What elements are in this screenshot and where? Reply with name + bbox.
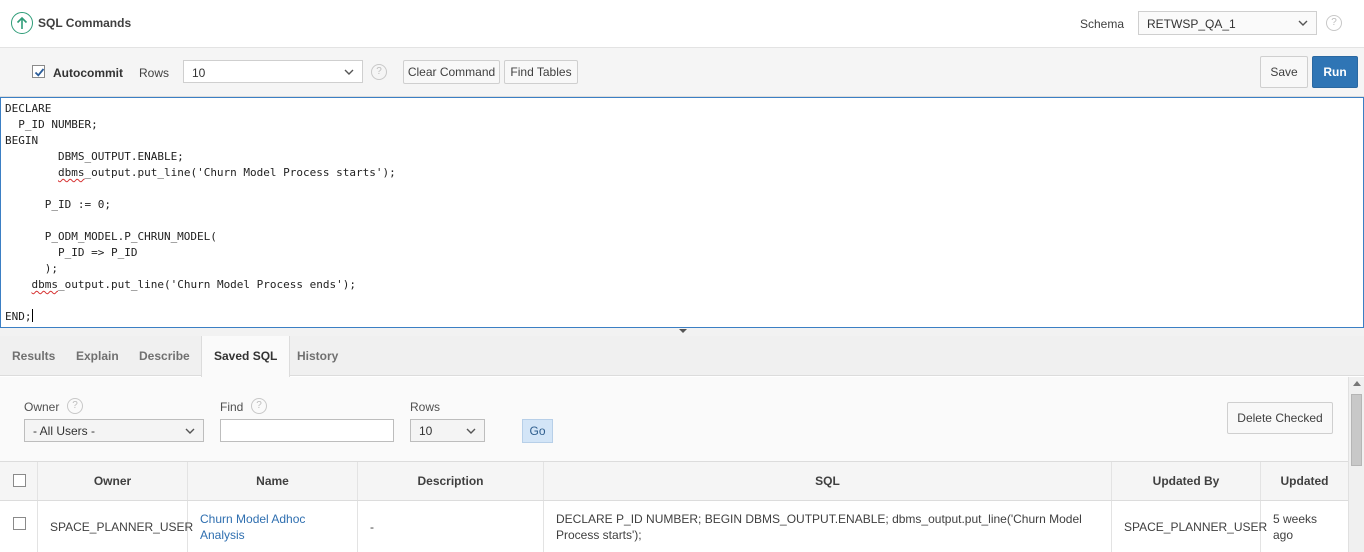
column-header-updated[interactable]: Updated bbox=[1261, 462, 1348, 500]
column-header-description[interactable]: Description bbox=[358, 462, 544, 500]
code-text: END; bbox=[5, 310, 32, 323]
select-all-cell bbox=[0, 462, 38, 500]
scrollbar-thumb[interactable] bbox=[1351, 394, 1362, 466]
code-line: ); bbox=[5, 262, 58, 275]
result-tabs: Results Explain Describe Saved SQL Histo… bbox=[0, 336, 1364, 377]
spellcheck-word: dbms bbox=[57, 166, 85, 179]
command-toolbar: Autocommit Rows 10 ? Clear Command Find … bbox=[0, 48, 1364, 97]
go-button[interactable]: Go bbox=[522, 419, 553, 443]
owner-value: - All Users - bbox=[33, 424, 96, 438]
column-header-name[interactable]: Name bbox=[188, 462, 358, 500]
owner-cell: SPACE_PLANNER_USER bbox=[38, 501, 194, 552]
chevron-down-icon bbox=[466, 428, 476, 434]
owner-value: SPACE_PLANNER_USER bbox=[50, 519, 194, 534]
description-cell: - bbox=[358, 501, 544, 552]
tab-describe[interactable]: Describe bbox=[139, 336, 190, 376]
column-header-updated-by[interactable]: Updated By bbox=[1112, 462, 1261, 500]
code-line: P_ODM_MODEL.P_CHRUN_MODEL( bbox=[5, 230, 217, 243]
owner-label: Owner bbox=[24, 400, 60, 414]
updated-by-cell: SPACE_PLANNER_USER bbox=[1112, 501, 1268, 552]
sql-code: DECLARE P_ID NUMBER; BEGIN DBMS_OUTPUT.E… bbox=[5, 101, 396, 325]
find-help-icon[interactable]: ? bbox=[251, 398, 267, 414]
save-button[interactable]: Save bbox=[1260, 56, 1308, 88]
code-line: DBMS_OUTPUT.ENABLE; bbox=[5, 150, 184, 163]
rows-select[interactable]: 10 bbox=[183, 60, 363, 83]
row-select-cell bbox=[0, 501, 38, 552]
rows-label: Rows bbox=[139, 66, 170, 80]
sql-editor[interactable]: DECLARE P_ID NUMBER; BEGIN DBMS_OUTPUT.E… bbox=[0, 97, 1364, 328]
column-header-sql[interactable]: SQL bbox=[544, 462, 1112, 500]
rows-filter-label: Rows bbox=[410, 400, 441, 414]
saved-sql-panel: Owner ? - All Users - Find ? Rows 10 Go … bbox=[0, 377, 1348, 552]
code-line: BEGIN bbox=[5, 134, 39, 147]
name-cell: Churn Model Adhoc Analysis bbox=[188, 501, 358, 552]
description-value: - bbox=[370, 519, 374, 534]
delete-checked-button[interactable]: Delete Checked bbox=[1227, 402, 1333, 434]
updated-by-value: SPACE_PLANNER_USER bbox=[1124, 519, 1268, 534]
editor-splitter[interactable] bbox=[0, 328, 1364, 336]
rows-value: 10 bbox=[192, 66, 206, 80]
code-line: dbms_output.put_line('Churn Model Proces… bbox=[57, 166, 396, 179]
chevron-down-icon bbox=[185, 428, 195, 434]
code-line-last: END; bbox=[5, 309, 396, 325]
collapse-arrow-icon[interactable] bbox=[679, 329, 687, 333]
code-line: P_ID := 0; bbox=[5, 198, 111, 211]
row-checkbox[interactable] bbox=[13, 517, 26, 530]
chevron-down-icon bbox=[344, 69, 354, 75]
table-row: SPACE_PLANNER_USER Churn Model Adhoc Ana… bbox=[0, 501, 1348, 552]
column-header-owner[interactable]: Owner bbox=[38, 462, 188, 500]
clear-command-button[interactable]: Clear Command bbox=[403, 60, 500, 84]
autocommit-checkbox[interactable] bbox=[32, 65, 45, 78]
schema-label: Schema bbox=[1080, 17, 1125, 31]
updated-value: 5 weeks ago bbox=[1273, 511, 1318, 542]
owner-select[interactable]: - All Users - bbox=[24, 419, 204, 442]
spellcheck-word: dbms bbox=[31, 278, 59, 291]
schema-value: RETWSP_QA_1 bbox=[1147, 17, 1236, 31]
sql-value: DECLARE P_ID NUMBER; BEGIN DBMS_OUTPUT.E… bbox=[556, 511, 1082, 542]
schema-help-icon[interactable]: ? bbox=[1326, 15, 1342, 31]
table-header: Owner Name Description SQL Updated By Up… bbox=[0, 461, 1348, 501]
chevron-down-icon bbox=[1298, 20, 1308, 26]
autocommit-label: Autocommit bbox=[53, 66, 123, 80]
saved-sql-name-link[interactable]: Churn Model Adhoc Analysis bbox=[200, 511, 347, 543]
run-button[interactable]: Run bbox=[1312, 56, 1358, 88]
tab-history[interactable]: History bbox=[297, 336, 338, 376]
find-input[interactable] bbox=[220, 419, 394, 442]
app-header: SQL Commands Schema RETWSP_QA_1 ? bbox=[0, 0, 1364, 48]
code-line: dbms_output.put_line('Churn Model Proces… bbox=[31, 278, 357, 291]
updated-cell: 5 weeks ago bbox=[1261, 501, 1348, 552]
sql-cell: DECLARE P_ID NUMBER; BEGIN DBMS_OUTPUT.E… bbox=[544, 501, 1112, 552]
rows-help-icon[interactable]: ? bbox=[371, 64, 387, 80]
tab-saved-sql[interactable]: Saved SQL bbox=[201, 336, 291, 377]
find-tables-button[interactable]: Find Tables bbox=[504, 60, 578, 84]
code-line: P_ID => P_ID bbox=[5, 246, 138, 259]
find-label: Find bbox=[220, 400, 244, 414]
code-line: DECLARE bbox=[5, 102, 52, 115]
code-line: P_ID NUMBER; bbox=[5, 118, 98, 131]
scroll-up-arrow-icon[interactable] bbox=[1353, 381, 1361, 386]
rows-filter-select[interactable]: 10 bbox=[410, 419, 485, 442]
select-all-checkbox[interactable] bbox=[13, 474, 26, 487]
tab-explain[interactable]: Explain bbox=[76, 336, 119, 376]
owner-help-icon[interactable]: ? bbox=[67, 398, 83, 414]
rows-filter-value: 10 bbox=[419, 424, 433, 438]
arrow-up-circle-icon[interactable] bbox=[11, 12, 33, 34]
tab-results[interactable]: Results bbox=[12, 336, 55, 376]
text-cursor bbox=[31, 309, 33, 322]
vertical-scrollbar[interactable] bbox=[1348, 377, 1364, 552]
page-title: SQL Commands bbox=[38, 16, 132, 30]
schema-select[interactable]: RETWSP_QA_1 bbox=[1138, 11, 1317, 35]
